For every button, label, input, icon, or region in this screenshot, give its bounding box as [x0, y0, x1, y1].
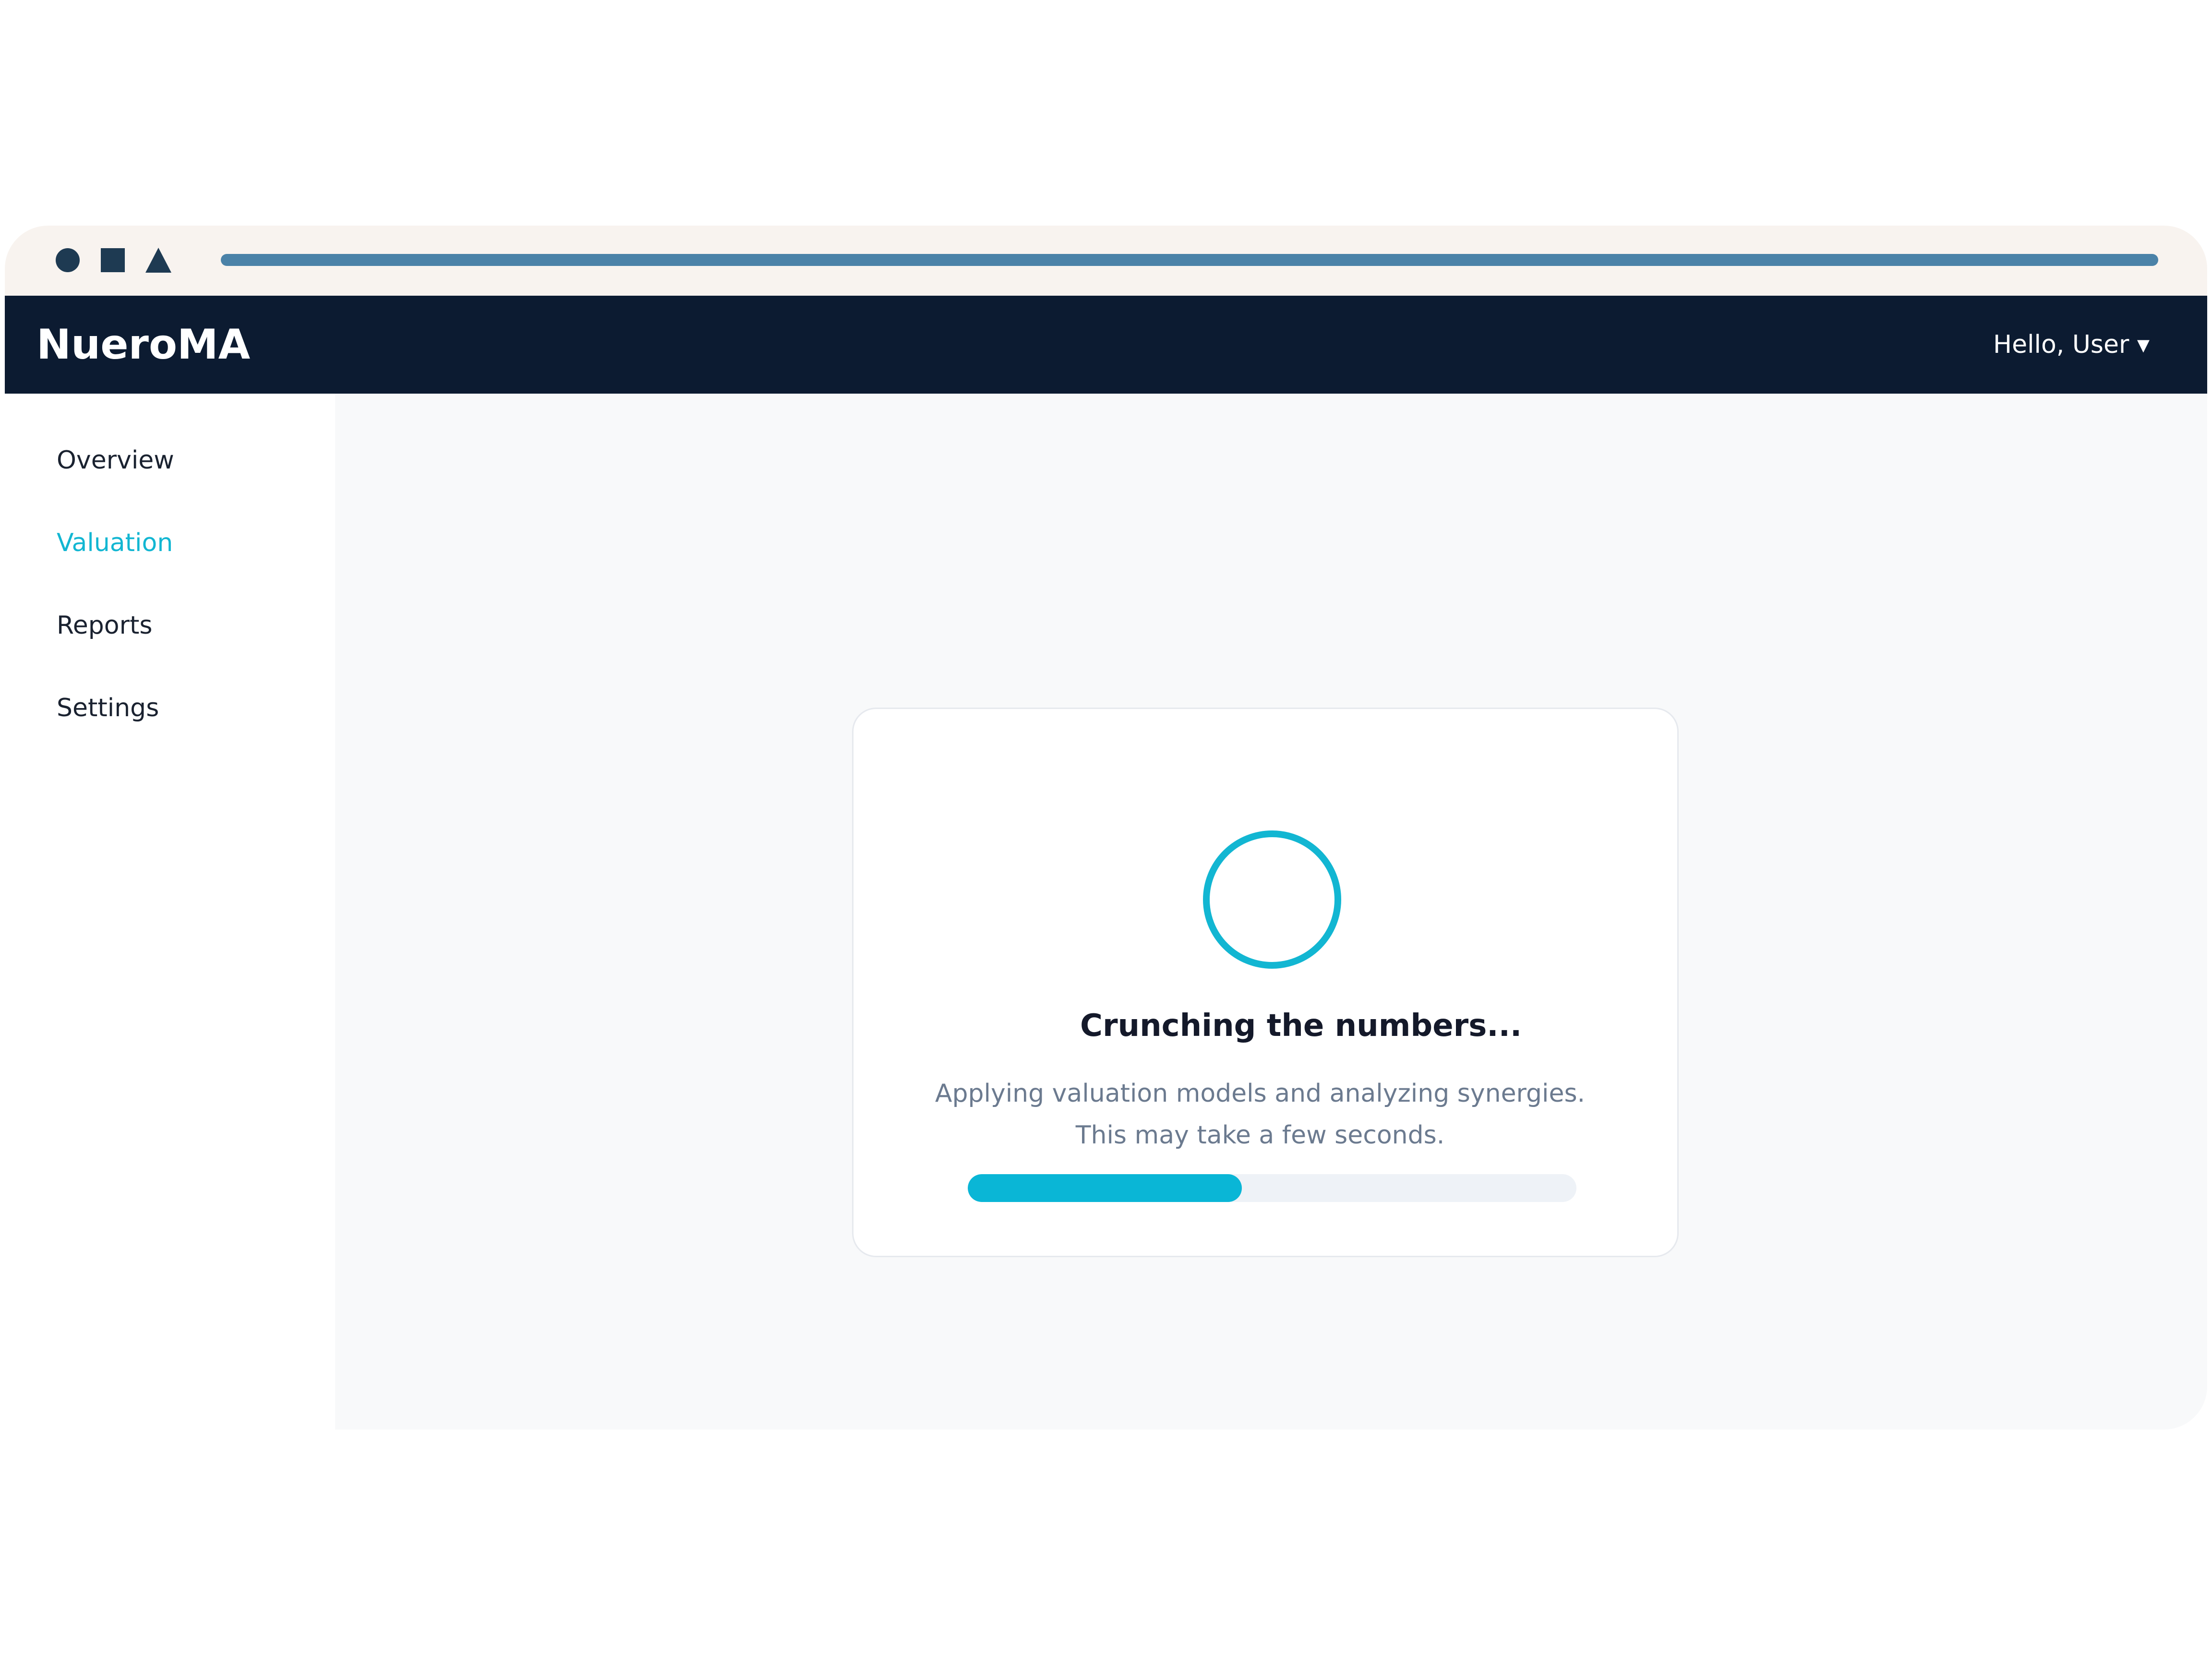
progress-bar: [968, 1174, 1576, 1202]
address-bar[interactable]: [221, 254, 2158, 266]
sidebar: Overview Valuation Reports Settings: [5, 394, 335, 1430]
triangle-icon[interactable]: [145, 248, 171, 273]
square-icon[interactable]: [101, 248, 125, 272]
loading-message-line-2: This may take a few seconds.: [1075, 1121, 1445, 1150]
loading-message-line-1: Applying valuation models and analyzing …: [935, 1079, 1586, 1108]
progress-bar-fill: [968, 1174, 1242, 1202]
app-logo: NueroMA: [36, 321, 251, 369]
sidebar-item-reports[interactable]: Reports: [57, 611, 152, 640]
sidebar-item-overview[interactable]: Overview: [57, 446, 174, 475]
loading-message: Applying valuation models and analyzing …: [912, 1073, 1608, 1156]
circle-icon[interactable]: [56, 248, 80, 272]
user-menu[interactable]: Hello, User ▾: [1993, 296, 2150, 394]
app-header: NueroMA Hello, User ▾: [5, 296, 2207, 394]
loading-title: Crunching the numbers...: [1080, 1008, 1522, 1044]
loading-spinner-icon: [1203, 830, 1341, 969]
window-chrome: [5, 226, 2207, 296]
sidebar-item-valuation[interactable]: Valuation: [57, 529, 173, 557]
sidebar-item-settings[interactable]: Settings: [57, 694, 159, 722]
